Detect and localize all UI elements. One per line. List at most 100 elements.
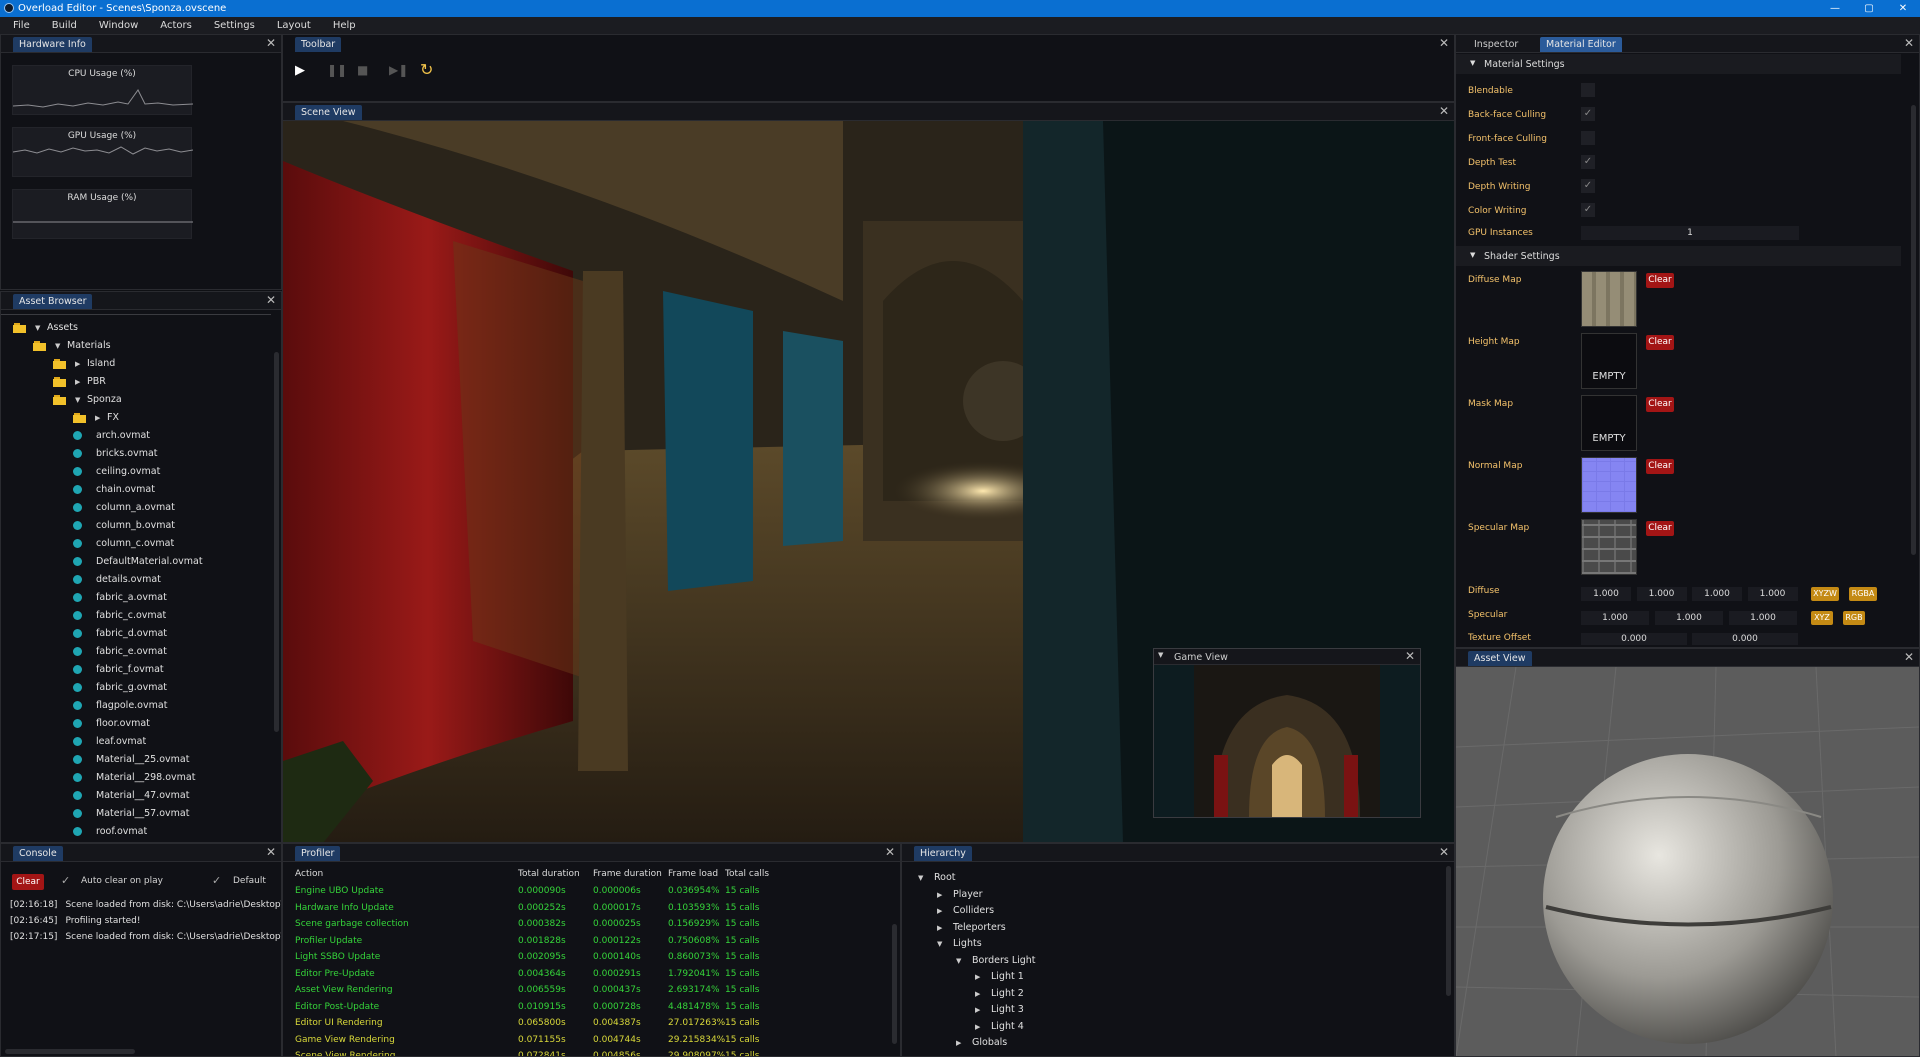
tab-material-editor[interactable]: Material Editor — [1540, 37, 1622, 52]
file-row[interactable]: chain.ovmat — [73, 481, 155, 499]
tab-asset-view[interactable]: Asset View — [1468, 651, 1532, 666]
tab-inspector[interactable]: Inspector — [1468, 37, 1524, 52]
material-prop-checkbox[interactable] — [1581, 131, 1595, 145]
diffuse-component-field[interactable]: 1.000 — [1636, 587, 1687, 601]
folder-row[interactable]: ▼ Materials — [33, 337, 111, 355]
next-frame-icon[interactable]: ▶❚ — [389, 63, 408, 77]
gpu-instances-field[interactable]: 1 — [1581, 226, 1799, 240]
clear-map-button[interactable]: Clear — [1646, 521, 1674, 536]
close-icon[interactable]: ✕ — [1439, 36, 1449, 51]
texture-thumbnail[interactable] — [1581, 457, 1637, 513]
collapse-icon[interactable]: ▼ — [1158, 651, 1163, 659]
file-row[interactable]: Material__57.ovmat — [73, 805, 189, 823]
file-row[interactable]: column_b.ovmat — [73, 517, 175, 535]
rgb-button[interactable]: RGB — [1843, 611, 1865, 625]
hierarchy-item[interactable]: ▼ Root — [918, 870, 956, 886]
clear-map-button[interactable]: Clear — [1646, 397, 1674, 412]
hierarchy-item[interactable]: ▶ Light 1 — [975, 969, 1024, 985]
clear-map-button[interactable]: Clear — [1646, 273, 1674, 288]
collapse-icon[interactable]: ▼ — [1470, 251, 1475, 259]
diffuse-component-field[interactable]: 1.000 — [1692, 587, 1742, 601]
hierarchy-item[interactable]: ▶ Light 4 — [975, 1019, 1024, 1035]
collapsed-arrow-icon[interactable]: ▶ — [75, 373, 87, 391]
hierarchy-item[interactable]: ▶ Teleporters — [937, 920, 1006, 936]
collapsed-arrow-icon[interactable]: ▶ — [95, 409, 107, 427]
material-prop-checkbox[interactable]: ✓ — [1581, 107, 1595, 121]
texture-offset-field[interactable]: 0.000 — [1581, 633, 1687, 645]
file-row[interactable]: flagpole.ovmat — [73, 697, 167, 715]
hierarchy-scrollbar[interactable] — [1446, 866, 1451, 996]
file-row[interactable]: arch.ovmat — [73, 427, 150, 445]
close-icon[interactable]: ✕ — [1439, 845, 1449, 860]
close-icon[interactable]: ✕ — [1904, 650, 1914, 665]
specular-component-field[interactable]: 1.000 — [1729, 611, 1797, 625]
menu-actors[interactable]: Actors — [147, 17, 201, 34]
texture-offset-field[interactable]: 0.000 — [1692, 633, 1798, 645]
collapsed-arrow-icon[interactable]: ▶ — [975, 986, 987, 1002]
close-icon[interactable]: ✕ — [266, 36, 276, 51]
menu-settings[interactable]: Settings — [201, 17, 264, 34]
maximize-button[interactable]: ▢ — [1852, 0, 1886, 17]
tab-game-view[interactable]: Game View — [1168, 650, 1234, 665]
file-row[interactable]: fabric_g.ovmat — [73, 679, 167, 697]
game-viewport[interactable] — [1154, 665, 1420, 817]
xyzw-button[interactable]: XYZW — [1811, 587, 1839, 601]
close-icon[interactable]: ✕ — [266, 293, 276, 308]
menu-help[interactable]: Help — [320, 17, 365, 34]
hierarchy-item[interactable]: ▶ Light 2 — [975, 986, 1024, 1002]
collapsed-arrow-icon[interactable]: ▶ — [956, 1035, 968, 1051]
file-row[interactable]: fabric_c.ovmat — [73, 607, 166, 625]
file-row[interactable]: fabric_f.ovmat — [73, 661, 164, 679]
material-prop-checkbox[interactable]: ✓ — [1581, 203, 1595, 217]
collapsed-arrow-icon[interactable]: ▶ — [975, 969, 987, 985]
xyz-button[interactable]: XYZ — [1811, 611, 1833, 625]
file-row[interactable]: details.ovmat — [73, 571, 161, 589]
close-icon[interactable]: ✕ — [885, 845, 895, 860]
stop-icon[interactable]: ■ — [357, 63, 368, 77]
console-clear-button[interactable]: Clear — [12, 874, 44, 890]
file-row[interactable]: roof.ovmat — [73, 823, 147, 841]
file-row[interactable]: Material__25.ovmat — [73, 751, 189, 769]
folder-row[interactable]: ▶ FX — [73, 409, 119, 427]
asset-viewport[interactable] — [1456, 667, 1919, 1057]
tab-toolbar[interactable]: Toolbar — [295, 37, 342, 52]
file-row[interactable]: ceiling.ovmat — [73, 463, 160, 481]
refresh-icon[interactable]: ↻ — [420, 60, 433, 79]
file-row[interactable]: fabric_a.ovmat — [73, 589, 167, 607]
hierarchy-item[interactable]: ▼ Lights — [937, 936, 982, 952]
specular-component-field[interactable]: 1.000 — [1655, 611, 1723, 625]
menu-window[interactable]: Window — [86, 17, 147, 34]
specular-component-field[interactable]: 1.000 — [1581, 611, 1649, 625]
clear-map-button[interactable]: Clear — [1646, 335, 1674, 350]
menu-build[interactable]: Build — [39, 17, 86, 34]
file-row[interactable]: fabric_d.ovmat — [73, 625, 167, 643]
collapsed-arrow-icon[interactable]: ▶ — [75, 355, 87, 373]
material-prop-checkbox[interactable] — [1581, 83, 1595, 97]
expanded-arrow-icon[interactable]: ▼ — [55, 337, 67, 355]
tab-scene-view[interactable]: Scene View — [295, 105, 362, 120]
folder-row[interactable]: ▼ Sponza — [53, 391, 122, 409]
texture-thumbnail[interactable]: EMPTY — [1581, 395, 1637, 451]
material-prop-checkbox[interactable]: ✓ — [1581, 155, 1595, 169]
hierarchy-item[interactable]: ▶ Light 3 — [975, 1002, 1024, 1018]
collapsed-arrow-icon[interactable]: ▶ — [937, 920, 949, 936]
material-settings-header[interactable]: Material Settings — [1484, 59, 1565, 70]
close-icon[interactable]: ✕ — [1439, 104, 1449, 119]
file-row[interactable]: column_a.ovmat — [73, 499, 175, 517]
texture-thumbnail[interactable] — [1581, 519, 1637, 575]
file-row[interactable]: fabric_e.ovmat — [73, 643, 167, 661]
file-row[interactable]: leaf.ovmat — [73, 733, 146, 751]
shader-settings-header[interactable]: Shader Settings — [1484, 251, 1560, 262]
tab-hierarchy[interactable]: Hierarchy — [914, 846, 972, 861]
close-icon[interactable]: ✕ — [1405, 649, 1415, 664]
asset-browser-scrollbar[interactable] — [274, 352, 279, 732]
material-editor-scrollbar[interactable] — [1911, 105, 1916, 555]
file-row[interactable]: Material__47.ovmat — [73, 787, 189, 805]
collapsed-arrow-icon[interactable]: ▶ — [937, 903, 949, 919]
hierarchy-item[interactable]: ▶ Colliders — [937, 903, 994, 919]
folder-row[interactable]: ▶ Island — [53, 355, 115, 373]
expanded-arrow-icon[interactable]: ▼ — [937, 936, 949, 952]
close-icon[interactable]: ✕ — [266, 845, 276, 860]
auto-clear-checkbox[interactable]: ✓ — [61, 874, 70, 887]
collapsed-arrow-icon[interactable]: ▶ — [975, 1002, 987, 1018]
